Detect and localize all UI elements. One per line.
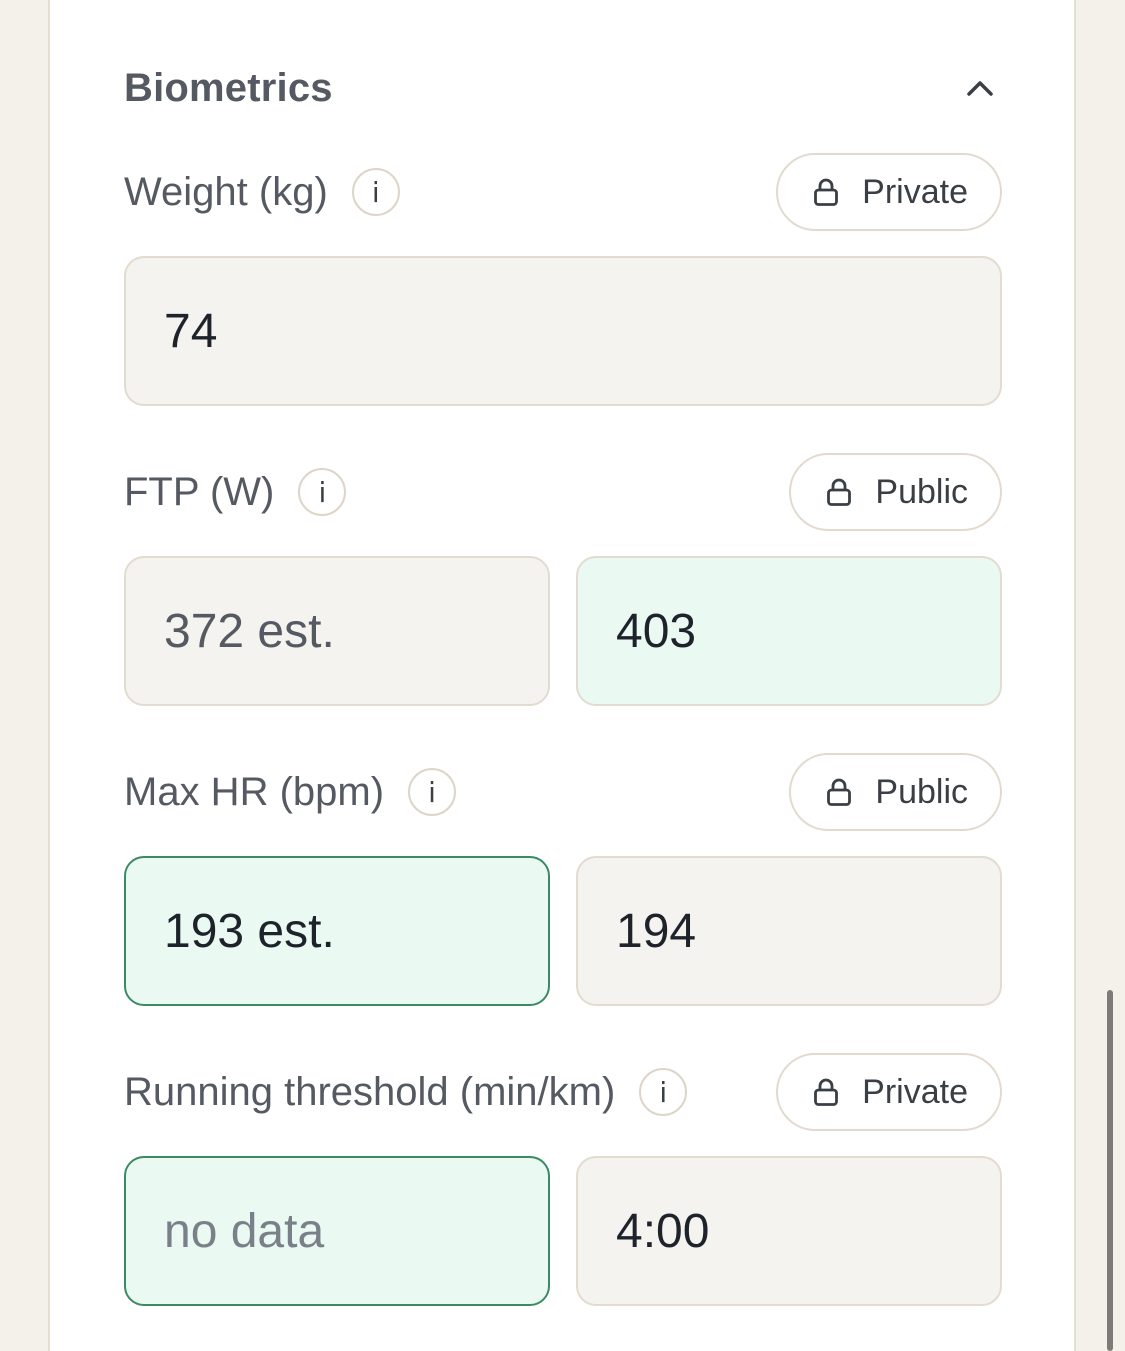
ftp-estimate-option[interactable]: 372 est. xyxy=(124,556,550,706)
running-threshold-label: Running threshold (min/km) xyxy=(124,1069,616,1114)
maxhr-field-header: Max HR (bpm) i Public xyxy=(124,753,1002,831)
ftp-field-header: FTP (W) i Public xyxy=(124,453,1002,531)
section-title: Biometrics xyxy=(124,65,333,110)
ftp-privacy-button[interactable]: Public xyxy=(789,453,1002,531)
weight-input[interactable]: 74 xyxy=(124,256,1002,406)
running-threshold-manual-input[interactable]: 4:00 xyxy=(576,1156,1002,1306)
ftp-label: FTP (W) xyxy=(124,469,275,514)
ftp-manual-input[interactable]: 403 xyxy=(576,556,1002,706)
running-threshold-estimate-option[interactable]: no data xyxy=(124,1156,550,1306)
running-threshold-privacy-button[interactable]: Private xyxy=(776,1053,1002,1131)
lock-icon xyxy=(814,1078,839,1106)
section-header: Biometrics xyxy=(124,62,1002,114)
collapse-button[interactable] xyxy=(956,64,1004,112)
lock-icon xyxy=(814,178,839,206)
maxhr-label: Max HR (bpm) xyxy=(124,769,385,814)
running-threshold-manual-value: 4:00 xyxy=(616,1204,710,1258)
chevron-up-icon xyxy=(967,81,993,96)
weight-value: 74 xyxy=(164,304,218,358)
maxhr-estimate-option[interactable]: 193 est. xyxy=(124,856,550,1006)
ftp-estimate-value: 372 est. xyxy=(164,604,335,658)
ftp-privacy-label: Public xyxy=(875,472,968,511)
info-icon[interactable]: i xyxy=(351,168,400,216)
maxhr-manual-value: 194 xyxy=(616,904,697,958)
running-threshold-field-header: Running threshold (min/km) i Private xyxy=(124,1053,1002,1131)
maxhr-manual-input[interactable]: 194 xyxy=(576,856,1002,1006)
weight-label: Weight (kg) xyxy=(124,169,328,214)
lock-icon xyxy=(827,778,852,806)
running-threshold-privacy-label: Private xyxy=(862,1072,968,1111)
weight-privacy-button[interactable]: Private xyxy=(776,153,1002,231)
scrollbar[interactable] xyxy=(1107,990,1113,1351)
info-icon[interactable]: i xyxy=(298,468,347,516)
maxhr-estimate-value: 193 est. xyxy=(164,904,335,958)
lock-icon xyxy=(827,478,852,506)
info-icon[interactable]: i xyxy=(408,768,457,816)
running-threshold-estimate-placeholder: no data xyxy=(164,1204,325,1258)
weight-privacy-label: Private xyxy=(862,172,968,211)
info-icon[interactable]: i xyxy=(639,1068,688,1116)
maxhr-privacy-label: Public xyxy=(875,772,968,811)
ftp-manual-value: 403 xyxy=(616,604,697,658)
weight-field-header: Weight (kg) i Private xyxy=(124,153,1002,231)
maxhr-privacy-button[interactable]: Public xyxy=(789,753,1002,831)
